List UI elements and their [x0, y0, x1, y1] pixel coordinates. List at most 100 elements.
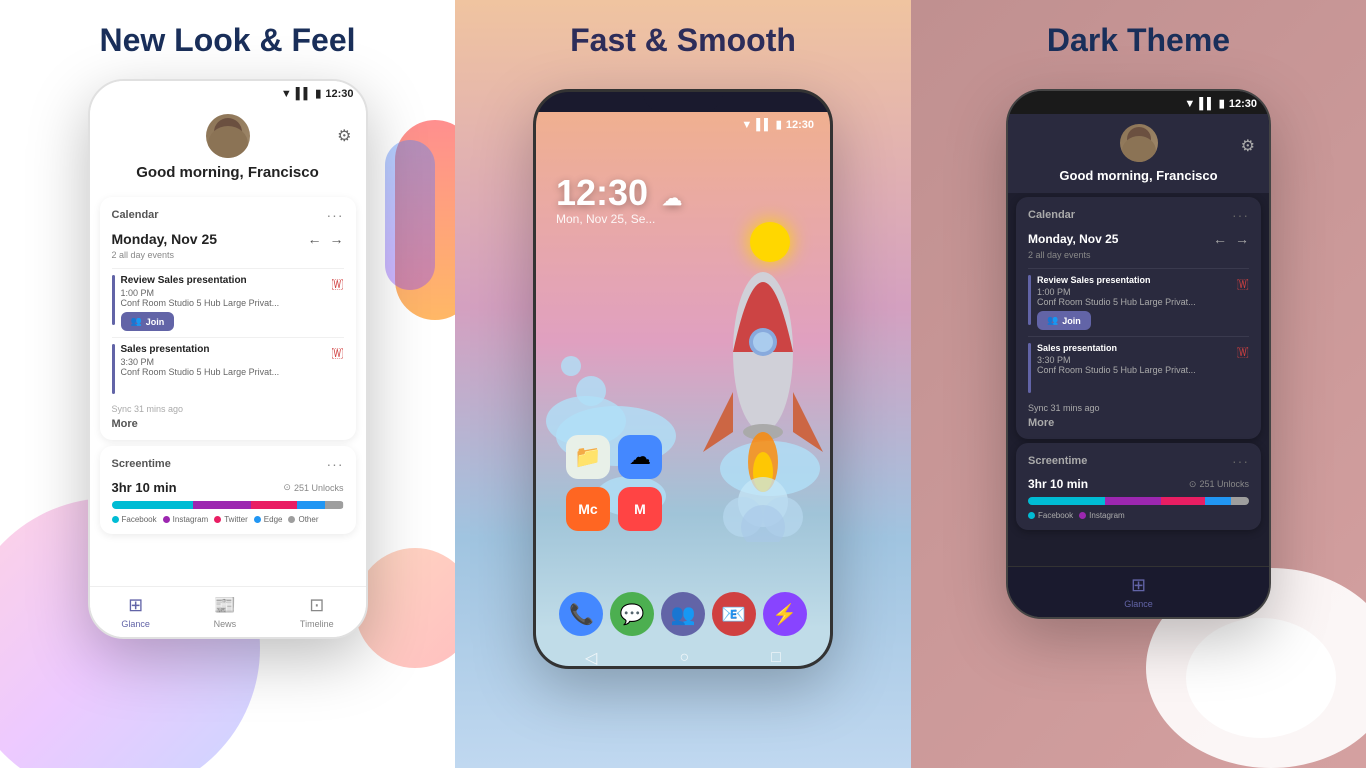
- screentime-header-1: Screentime ···: [112, 456, 344, 472]
- sync-text-1: Sync 31 mins ago: [112, 404, 344, 414]
- cal-prev-icon[interactable]: ←: [308, 231, 322, 247]
- home-gesture: ○: [679, 649, 689, 667]
- calendar-label-1: Calendar: [112, 209, 159, 221]
- cal-dots-1[interactable]: ···: [327, 207, 344, 223]
- event-info-2: Sales presentation 3:30 PM Conf Room Stu…: [121, 344, 326, 377]
- legend-facebook-3: Facebook: [1028, 511, 1073, 520]
- status-bar-2: ▼ ▌▌ ▮ 12:30: [536, 112, 830, 137]
- cal-sub-1: 2 all day events: [112, 250, 344, 260]
- signal-icon: ▌▌: [296, 88, 312, 100]
- gear-icon-1[interactable]: ⚙: [337, 126, 351, 146]
- legend-dot-edge: [254, 516, 261, 523]
- legend-facebook: Facebook: [112, 515, 157, 524]
- app-icon-1-glyph: 📁: [574, 444, 601, 470]
- recents-gesture: □: [771, 649, 781, 667]
- join-btn-3[interactable]: 👥 Join: [1037, 311, 1091, 330]
- panel2-title: Fast & Smooth: [570, 22, 796, 59]
- legend-edge-label: Edge: [264, 515, 283, 524]
- unlocks-count-1: 251 Unlocks: [294, 483, 344, 493]
- event2-location: Conf Room Studio 5 Hub Large Privat...: [121, 367, 326, 377]
- cal-next-icon[interactable]: →: [330, 231, 344, 247]
- legend-instagram: Instagram: [163, 515, 209, 524]
- screentime-row-3: 3hr 10 min ⊙ 251 Unlocks: [1028, 477, 1249, 491]
- more-link-3[interactable]: More: [1028, 417, 1249, 429]
- cal-prev-icon-3[interactable]: ←: [1213, 231, 1227, 247]
- event2-time: 3:30 PM: [121, 357, 326, 367]
- nav-glance-3[interactable]: ⊞ Glance: [1124, 575, 1153, 609]
- panel-new-look: New Look & Feel ▼ ▌▌ ▮ 12:30 ⚙ Good morn…: [0, 0, 455, 768]
- status-bar-1: ▼ ▌▌ ▮ 12:30: [90, 81, 366, 104]
- legend-dot-fb-3: [1028, 512, 1035, 519]
- sync-text-3: Sync 31 mins ago: [1028, 403, 1249, 413]
- bg-blob-2: [355, 548, 455, 668]
- cal-card-header-3: Calendar ···: [1028, 207, 1249, 223]
- dock-extra[interactable]: ⚡: [763, 592, 807, 636]
- app-icon-4-glyph: M: [634, 501, 646, 517]
- cal-next-icon-3[interactable]: →: [1235, 231, 1249, 247]
- screentime-dots-1[interactable]: ···: [327, 456, 344, 472]
- app-icon-1[interactable]: 📁: [566, 435, 610, 479]
- greeting-1: Good morning, Francisco: [136, 164, 319, 181]
- avatar-3: [1120, 124, 1158, 162]
- dock-outlook[interactable]: 📧: [712, 592, 756, 636]
- dock-phone[interactable]: 📞: [559, 592, 603, 636]
- cloud-bubble-2: [561, 356, 581, 376]
- nav-news-1[interactable]: 📰 News: [214, 595, 237, 629]
- app-icon-3[interactable]: Mc: [566, 487, 610, 531]
- screentime-time-1: 3hr 10 min: [112, 480, 177, 495]
- phone3-content: ▼ ▌▌ ▮ 12:30 ⚙ Good morning, Francisco C…: [1008, 91, 1269, 617]
- event-bar-2: [112, 344, 115, 394]
- progress-facebook-1: [112, 501, 193, 509]
- legend-ig-label: Instagram: [173, 515, 209, 524]
- event-dark-2: Sales presentation 3:30 PM Conf Room Stu…: [1028, 336, 1249, 399]
- blob-blue: [385, 140, 435, 290]
- panel-dark-theme: Dark Theme ▼ ▌▌ ▮ 12:30 ⚙ Good morning, …: [911, 0, 1366, 768]
- event4-location: Conf Room Studio 5 Hub Large Privat...: [1037, 365, 1231, 375]
- legend-instagram-3: Instagram: [1079, 511, 1125, 520]
- app-icon-2[interactable]: ☁: [618, 435, 662, 479]
- dock-teams[interactable]: 👥: [661, 592, 705, 636]
- teams-icon-1: 👥: [131, 316, 142, 327]
- wifi-icon-3: ▼: [1184, 98, 1195, 110]
- screentime-dots-3[interactable]: ···: [1232, 453, 1249, 469]
- screentime-time-3: 3hr 10 min: [1028, 477, 1088, 491]
- cal-date-1: Monday, Nov 25: [112, 231, 218, 247]
- teams-icon: 👥: [671, 602, 696, 627]
- unlocks-1: ⊙ 251 Unlocks: [283, 482, 343, 493]
- more-link-1[interactable]: More: [112, 418, 344, 430]
- event3-location: Conf Room Studio 5 Hub Large Privat...: [1037, 297, 1231, 307]
- event1-location: Conf Room Studio 5 Hub Large Privat...: [121, 298, 326, 308]
- progress-facebook-3: [1028, 497, 1105, 505]
- rocket-container: [663, 192, 833, 512]
- battery-icon-2: ▮: [776, 118, 782, 131]
- join-label-3: Join: [1062, 316, 1081, 326]
- legend-edge: Edge: [254, 515, 283, 524]
- progress-edge-3: [1205, 497, 1232, 505]
- event-dark-1: Review Sales presentation 1:00 PM Conf R…: [1028, 268, 1249, 336]
- calendar-label-3: Calendar: [1028, 209, 1075, 221]
- cal-dots-3[interactable]: ···: [1232, 207, 1249, 223]
- calendar-card-3: Calendar ··· Monday, Nov 25 ← → 2 all da…: [1016, 197, 1261, 439]
- teams-icon-3: 👥: [1047, 315, 1058, 326]
- legend-tw-label: Twitter: [224, 515, 248, 524]
- event3-time: 1:00 PM: [1037, 287, 1231, 297]
- join-btn-1[interactable]: 👥 Join: [121, 312, 175, 331]
- cloud-bubble-1: [576, 376, 606, 406]
- rocket-svg: [663, 192, 833, 542]
- bottom-nav-3: ⊞ Glance: [1008, 566, 1269, 617]
- progress-other-3: [1231, 497, 1249, 505]
- dock-messages[interactable]: 💬: [610, 592, 654, 636]
- ms-icon-2: 🇼: [331, 344, 343, 361]
- cal-sub-3: 2 all day events: [1028, 250, 1249, 260]
- avatar-1: [206, 114, 250, 158]
- nav-glance-1[interactable]: ⊞ Glance: [121, 595, 150, 629]
- app-icon-4[interactable]: M: [618, 487, 662, 531]
- screentime-card-3: Screentime ··· 3hr 10 min ⊙ 251 Unlocks: [1016, 443, 1261, 530]
- phone2-dock: 📞 💬 👥 📧 ⚡: [536, 592, 830, 636]
- avatar-face-3: [1122, 136, 1156, 162]
- panel-fast-smooth: Fast & Smooth ▼ ▌▌ ▮ 12:30 12:30 ☁ Mon, …: [455, 0, 911, 768]
- nav-timeline-1[interactable]: ⊡ Timeline: [300, 595, 334, 629]
- phone-header-1: ⚙ Good morning, Francisco: [90, 104, 366, 191]
- gear-icon-3[interactable]: ⚙: [1241, 136, 1255, 156]
- cal-date-row-3: Monday, Nov 25 ← →: [1028, 231, 1249, 247]
